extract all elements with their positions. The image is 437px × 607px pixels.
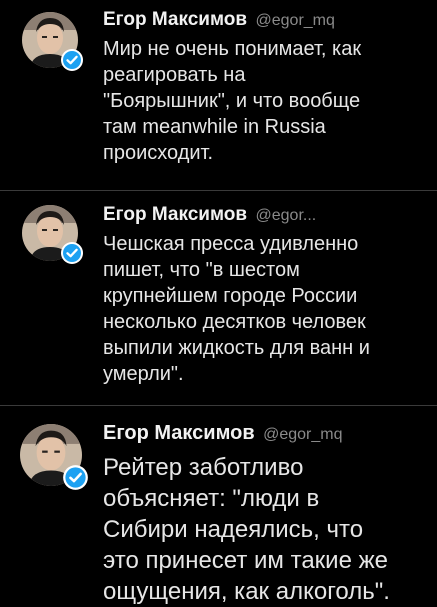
- tweet-text: Чешская пресса удивленно пишет, что "в ш…: [103, 233, 370, 385]
- verified-badge-icon: [61, 242, 83, 264]
- tweet-text: Мир не очень понимает, как реагировать н…: [103, 38, 362, 164]
- author-handle[interactable]: @egor_mq: [263, 426, 342, 443]
- tweet[interactable]: Егор Максимов @egor_mq Рейтер заботливо …: [0, 405, 437, 607]
- verified-badge-icon: [63, 465, 88, 490]
- author-avatar[interactable]: [22, 205, 83, 264]
- author-avatar[interactable]: [20, 424, 88, 490]
- tweet-content: Егор Максимов @egor_mq Рейтер заботливо …: [103, 422, 429, 607]
- tweet-header: Егор Максимов @egor_mq: [103, 9, 429, 32]
- tweet[interactable]: Егор Максимов @egor... Чешская пресса уд…: [0, 190, 437, 405]
- author-name[interactable]: Егор Максимов: [103, 422, 255, 444]
- author-handle[interactable]: @egor_mq: [256, 12, 335, 29]
- tweet-header: Егор Максимов @egor...: [103, 204, 429, 227]
- author-name[interactable]: Егор Максимов: [103, 9, 247, 30]
- author-handle[interactable]: @egor...: [256, 207, 317, 224]
- tweet[interactable]: Егор Максимов @egor_mq Мир не очень пони…: [0, 0, 437, 190]
- tweet-header: Егор Максимов @egor_mq: [103, 422, 429, 446]
- tweet-content: Егор Максимов @egor_mq Мир не очень пони…: [103, 9, 429, 166]
- author-name[interactable]: Егор Максимов: [103, 204, 247, 225]
- tweet-text: Рейтер заботливо объясняет: "люди в Сиби…: [103, 454, 390, 605]
- tweet-content: Егор Максимов @egor... Чешская пресса уд…: [103, 204, 429, 387]
- verified-badge-icon: [61, 49, 83, 71]
- author-avatar[interactable]: [22, 12, 83, 71]
